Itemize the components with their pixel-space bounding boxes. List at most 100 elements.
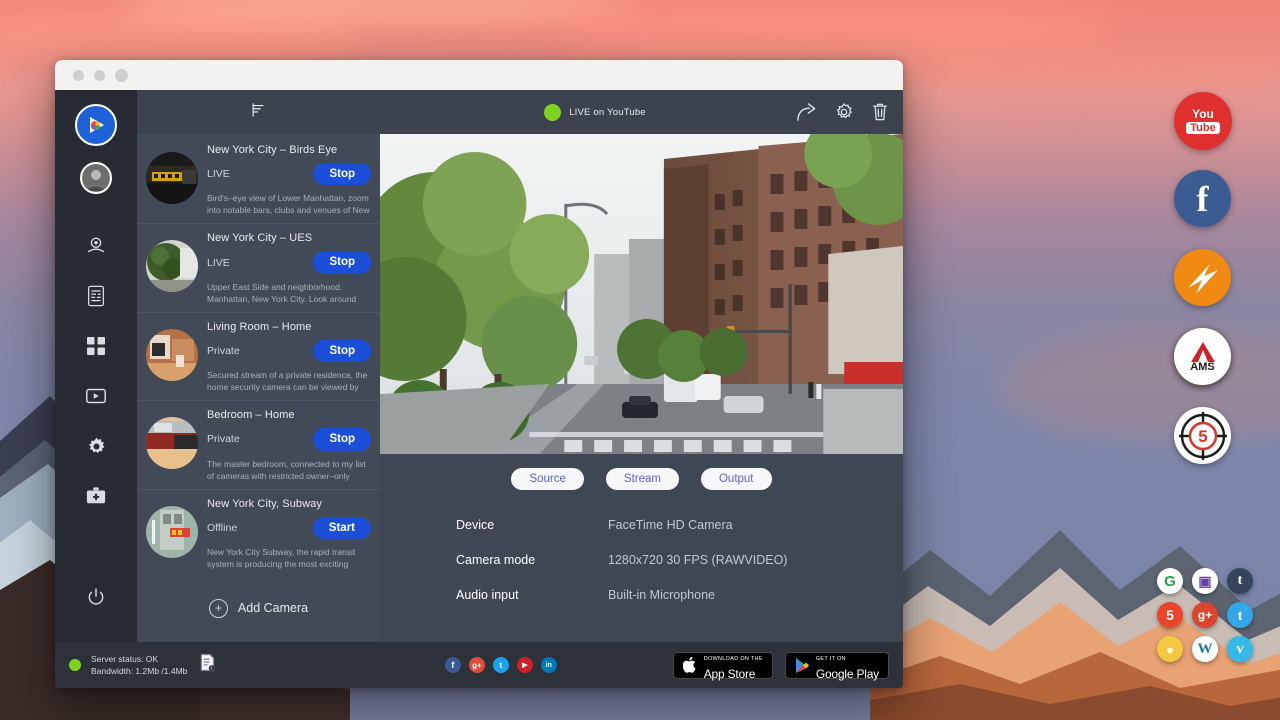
camera-thumbnail: [146, 152, 198, 204]
camera-action-button[interactable]: Stop: [313, 340, 371, 362]
linkedin-icon[interactable]: in: [541, 657, 557, 673]
flickr-mini-icon[interactable]: ●: [1157, 636, 1183, 662]
five-mini-icon[interactable]: 5: [1157, 602, 1183, 628]
camera-list-item[interactable]: Living Room – Home Private Stop Secured …: [137, 312, 380, 400]
camera-title: Living Room – Home: [207, 321, 371, 333]
sidebar-item-settings[interactable]: [79, 429, 113, 463]
detail-row: Device FaceTime HD Camera: [456, 518, 903, 532]
sidebar-item-broadcast[interactable]: [79, 379, 113, 413]
window-minimize-button[interactable]: [94, 70, 105, 81]
app-logo[interactable]: [75, 104, 117, 146]
tab-stream[interactable]: Stream: [606, 468, 679, 490]
video-preview[interactable]: [380, 134, 903, 454]
googleplus-icon[interactable]: g+: [469, 657, 485, 673]
adobe-a-icon: [1190, 341, 1216, 363]
camera-description: Upper East Side and neighborhood. Manhat…: [207, 281, 371, 306]
bandwidth-text: Bandwidth: 1.2Mb /1.4Mb: [91, 665, 187, 677]
facebook-icon[interactable]: f: [445, 657, 461, 673]
sort-icon[interactable]: [250, 102, 267, 123]
twitter-mini-icon[interactable]: t: [1227, 602, 1253, 628]
gumroad-mini-icon[interactable]: G: [1157, 568, 1183, 594]
camera-state: Offline: [207, 522, 237, 534]
camera-title: New York City – UES: [207, 232, 371, 244]
camera-title: Bedroom – Home: [207, 409, 371, 421]
app-store-badge[interactable]: Download on the App Store: [673, 652, 773, 679]
tab-output[interactable]: Output: [701, 468, 772, 490]
wordpress-mini-icon[interactable]: W: [1192, 636, 1218, 662]
sidebar-item-camera[interactable]: [79, 229, 113, 263]
camera-list-item[interactable]: New York City – UES LIVE Stop Upper East…: [137, 223, 380, 311]
sidebar-item-tools[interactable]: [79, 479, 113, 513]
footer-status: Server status: OK Bandwidth: 1.2Mb /1.4M…: [69, 653, 369, 678]
adobe-ams-dock-icon-2[interactable]: AMS: [1174, 328, 1231, 385]
detail-row: Audio input Built-in Microphone: [456, 588, 903, 602]
svg-text:5: 5: [1198, 427, 1207, 446]
document-info-icon[interactable]: i: [199, 653, 216, 677]
camera-list-item[interactable]: Bedroom – Home Private Stop The master b…: [137, 400, 380, 488]
cloud-streak: [960, 96, 1280, 124]
camera-action-button[interactable]: Stop: [313, 163, 371, 185]
main-pane: LIVE on YouTube: [380, 90, 903, 642]
server-status-dot: [69, 659, 81, 671]
camera-state: LIVE: [207, 168, 230, 180]
tab-source[interactable]: Source: [511, 468, 583, 490]
youtube-icon[interactable]: ▶: [517, 657, 533, 673]
live-status-label: LIVE on YouTube: [569, 107, 646, 118]
cloud-streak: [880, 48, 1280, 84]
camera-description: Bird's–eye view of Lower Manhattan, zoom…: [207, 192, 371, 217]
settings-tabs[interactable]: Source Stream Output: [380, 454, 903, 496]
add-camera-label: Add Camera: [238, 601, 308, 615]
camera-list-item[interactable]: New York City – Birds Eye LIVE Stop Bird…: [137, 136, 380, 223]
twitter-icon[interactable]: t: [493, 657, 509, 673]
trash-icon[interactable]: [871, 102, 889, 122]
toolbar-actions: [796, 102, 889, 122]
sidebar-item-devices[interactable]: [79, 279, 113, 313]
camera-action-button[interactable]: Stop: [313, 428, 371, 450]
wirecast-dock-icon-b[interactable]: [1174, 249, 1231, 306]
desktop: New York City – Birds Eye LIVE Stop Bird…: [0, 0, 1280, 720]
camera-description: The master bedroom, connected to my list…: [207, 458, 371, 483]
google-play-small-label: Get it on: [816, 656, 846, 662]
camera-action-button[interactable]: Start: [313, 517, 371, 539]
camera-state: Private: [207, 433, 240, 445]
crosshair-five-icon: 5: [1178, 411, 1228, 461]
twitch-mini-icon[interactable]: ▣: [1192, 568, 1218, 594]
source-details: Device FaceTime HD Camera Camera mode 12…: [380, 496, 903, 623]
stream-status: LIVE on YouTube: [404, 104, 786, 121]
main-toolbar: LIVE on YouTube: [380, 90, 903, 134]
footer-store-badges: Download on the App Store Get it on Goog…: [673, 652, 889, 679]
camera-list-item[interactable]: New York City, Subway Offline Start New …: [137, 489, 380, 577]
live-status-dot: [544, 104, 561, 121]
server-status-text: Server status: OK: [91, 653, 187, 665]
detail-value[interactable]: 1280x720 30 FPS (RAWVIDEO): [608, 553, 787, 567]
window-maximize-button[interactable]: [115, 69, 128, 82]
app-store-small-label: Download on the: [704, 656, 763, 662]
google-play-badge[interactable]: Get it on Google Play: [785, 652, 889, 679]
vimeo-mini-icon[interactable]: v: [1227, 636, 1253, 662]
window-titlebar: [55, 60, 903, 90]
camera-list[interactable]: New York City – Birds Eye LIVE Stop Bird…: [137, 134, 380, 642]
detail-value[interactable]: Built-in Microphone: [608, 588, 715, 602]
camera-thumbnail: [146, 240, 198, 292]
youtube-dock-icon[interactable]: You Tube: [1174, 92, 1232, 150]
gear-icon[interactable]: [834, 102, 854, 122]
window-close-button[interactable]: [73, 70, 84, 81]
camera-title: New York City, Subway: [207, 498, 371, 510]
tumblr-mini-icon[interactable]: t: [1227, 568, 1253, 594]
camera-list-panel: New York City – Birds Eye LIVE Stop Bird…: [137, 90, 380, 642]
sidebar-item-power[interactable]: [79, 580, 113, 614]
detail-value[interactable]: FaceTime HD Camera: [608, 518, 733, 532]
list-header: [137, 90, 380, 134]
youtube-bottom-text: Tube: [1186, 122, 1219, 135]
detail-label: Camera mode: [456, 553, 608, 567]
target-five-dock-icon[interactable]: 5: [1174, 407, 1231, 464]
add-camera-button[interactable]: + Add Camera: [137, 577, 380, 618]
google-play-icon: [795, 657, 810, 674]
share-arrow-icon[interactable]: [796, 103, 817, 122]
googleplus-mini-icon[interactable]: g+: [1192, 602, 1218, 628]
facebook-dock-icon[interactable]: f: [1174, 170, 1231, 227]
camera-action-button[interactable]: Stop: [313, 251, 371, 273]
user-avatar[interactable]: [80, 162, 112, 194]
sidebar-item-apps[interactable]: [79, 329, 113, 363]
youtube-top-text: You: [1192, 108, 1214, 120]
